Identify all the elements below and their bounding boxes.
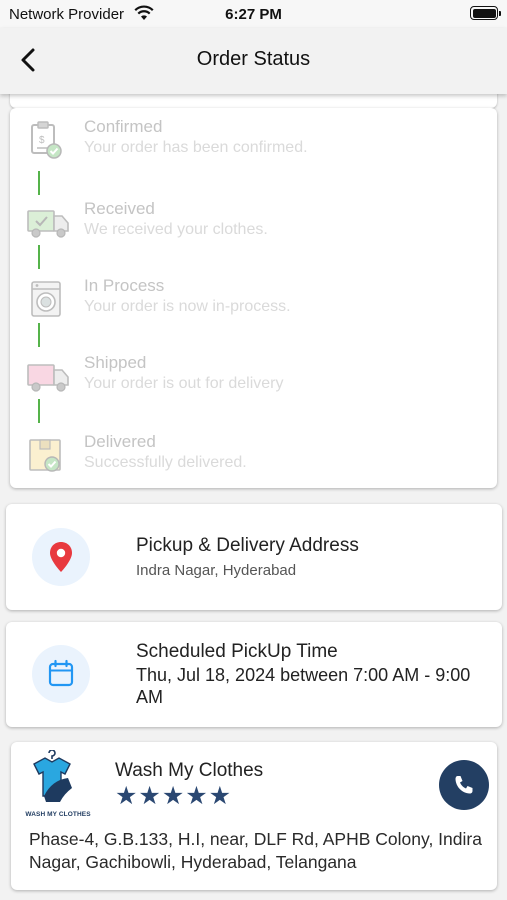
pickup-time-card[interactable]: Scheduled PickUp Time Thu, Jul 18, 2024 … xyxy=(6,622,502,727)
step-description: We received your clothes. xyxy=(84,221,268,238)
store-logo: WASH MY CLOTHES xyxy=(24,749,92,820)
tracker-step-delivered: Delivered Successfully delivered. xyxy=(10,432,497,482)
clipboard-check-icon: $ xyxy=(31,121,62,159)
pickup-title: Scheduled PickUp Time xyxy=(136,641,338,662)
calendar-icon xyxy=(48,659,74,687)
rating-stars: ★★★★★ xyxy=(115,782,233,810)
tracker-step-in-process: In Process Your order is now in-process. xyxy=(10,276,497,326)
tracker-step-received: Received We received your clothes. xyxy=(10,199,497,249)
package-check-icon xyxy=(29,439,61,472)
store-logo-text: WASH MY CLOTHES xyxy=(25,811,91,818)
step-title: Shipped xyxy=(84,353,147,372)
delivery-truck-icon xyxy=(27,210,69,238)
step-title: Confirmed xyxy=(84,117,163,136)
step-title: Received xyxy=(84,199,155,218)
step-description: Your order is now in-process. xyxy=(84,298,291,315)
step-description: Your order is out for delivery xyxy=(84,375,284,392)
address-title: Pickup & Delivery Address xyxy=(136,535,359,556)
battery-icon xyxy=(470,6,501,20)
store-card: WASH MY CLOTHES Wash My Clothes ★★★★★ Ph… xyxy=(11,742,497,890)
clock: 6:27 PM xyxy=(225,6,282,23)
washing-machine-icon xyxy=(31,281,61,317)
tracker-connector xyxy=(38,171,40,195)
step-description: Successfully delivered. xyxy=(84,454,247,471)
store-address: Phase-4, G.B.133, H.I, near, DLF Rd, APH… xyxy=(29,829,482,872)
shipping-truck-icon xyxy=(27,364,69,392)
address-value: Indra Nagar, Hyderabad xyxy=(136,562,297,579)
svg-text:$: $ xyxy=(39,135,45,146)
address-icon-badge xyxy=(32,528,90,586)
nav-bar: Order Status xyxy=(0,28,507,94)
call-button[interactable] xyxy=(439,760,489,810)
tracker-connector xyxy=(38,323,40,347)
status-bar: Network Provider 6:27 PM xyxy=(0,0,507,28)
tracker-connector xyxy=(38,399,40,423)
tracker-connector xyxy=(38,245,40,269)
laundry-shirt-icon xyxy=(33,749,72,802)
order-tracker-card: $ Confirmed Your order has been confirme… xyxy=(10,108,497,488)
address-card[interactable]: Pickup & Delivery Address Indra Nagar, H… xyxy=(6,504,502,610)
step-title: In Process xyxy=(84,276,165,295)
pickup-time-value: Thu, Jul 18, 2024 between 7:00 AM - 9:00… xyxy=(136,665,471,707)
store-name: Wash My Clothes xyxy=(115,760,264,781)
step-description: Your order has been confirmed. xyxy=(84,139,308,156)
pickup-icon-badge xyxy=(32,645,90,703)
location-pin-icon xyxy=(50,542,72,572)
phone-icon xyxy=(455,776,473,794)
page-title: Order Status xyxy=(196,48,311,70)
step-title: Delivered xyxy=(84,432,156,451)
tracker-step-confirmed: $ Confirmed Your order has been confirme… xyxy=(10,117,497,167)
tracker-step-shipped: Shipped Your order is out for delivery xyxy=(10,353,497,403)
